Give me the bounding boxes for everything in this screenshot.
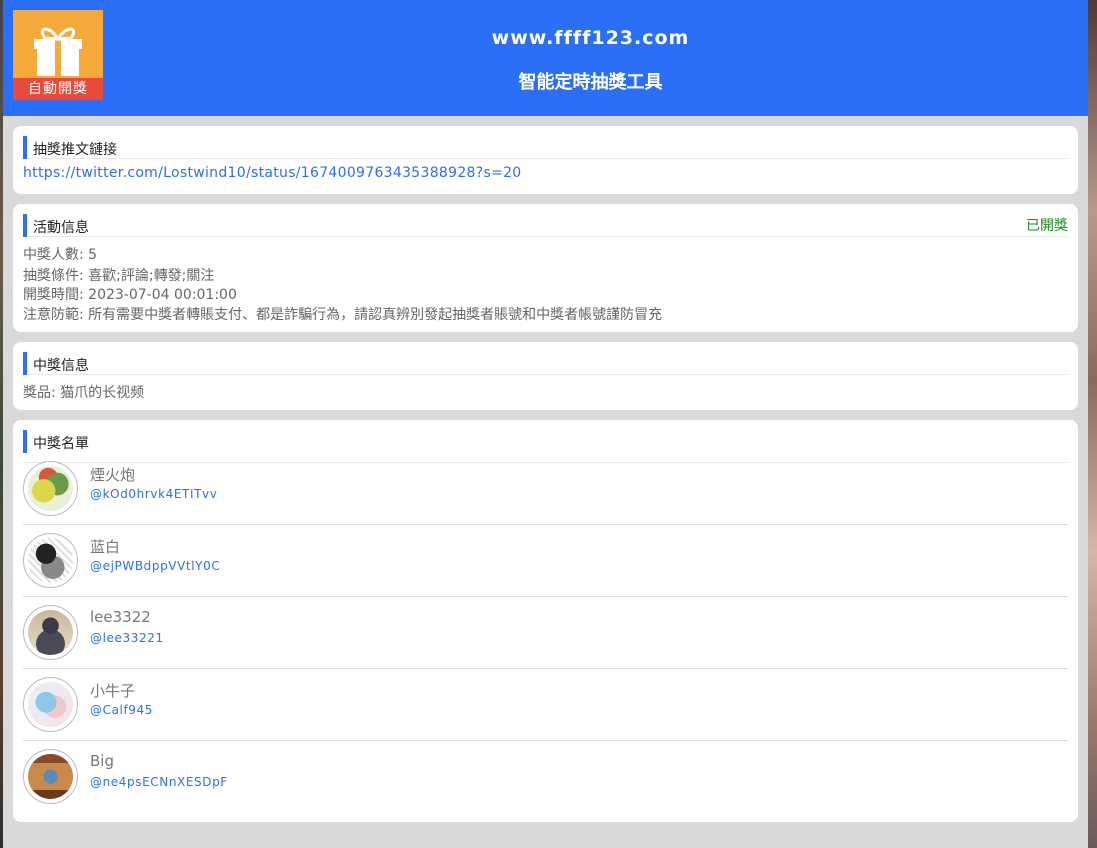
- avatar[interactable]: [23, 533, 78, 588]
- card-header: 抽獎推文鏈接: [23, 136, 1068, 159]
- page-header: 自動開獎 www.ffff123.com 智能定時抽獎工具: [3, 0, 1088, 116]
- prize-info-card: 中獎信息 獎品: 猫爪的长视频: [13, 342, 1078, 410]
- winner-item[interactable]: Big @ne4psECNnXESDpF: [23, 741, 1068, 813]
- winner-name: 蓝白: [90, 538, 121, 556]
- card-title: 抽獎推文鏈接: [33, 142, 117, 158]
- draw-conditions: 抽獎條件: 喜歡;評論;轉發;關注: [23, 268, 215, 284]
- winner-count: 中獎人數: 5: [23, 247, 98, 263]
- site-url: www.ffff123.com: [491, 27, 690, 49]
- accent-bar: [23, 430, 27, 453]
- winner-handle[interactable]: @Calf945: [90, 703, 153, 717]
- card-header: 中獎信息: [23, 352, 1068, 375]
- winner-handle[interactable]: @kOd0hrvk4ETITvv: [90, 487, 217, 501]
- activity-info-card: 活動信息 已開獎 中獎人數: 5 抽獎條件: 喜歡;評論;轉發;關注 開獎時間:…: [13, 204, 1078, 332]
- winner-item[interactable]: lee3322 @lee33221: [23, 597, 1068, 669]
- status-badge: 已開獎: [1026, 218, 1068, 234]
- card-title: 中獎信息: [33, 358, 89, 374]
- winner-item[interactable]: 煙火炮 @kOd0hrvk4ETITvv: [23, 453, 1068, 525]
- avatar[interactable]: [23, 749, 78, 804]
- fraud-warning: 注意防範: 所有需要中獎者轉賬支付、都是詐騙行為，請認真辨別發起抽獎者賬號和中獎…: [23, 307, 663, 323]
- winner-name: 小牛子: [90, 682, 136, 700]
- draw-time: 開獎時間: 2023-07-04 00:01:00: [23, 287, 237, 303]
- winner-item[interactable]: 小牛子 @Calf945: [23, 669, 1068, 741]
- tweet-link-card: 抽獎推文鏈接 https://twitter.com/Lostwind10/st…: [13, 126, 1078, 194]
- avatar[interactable]: [23, 677, 78, 732]
- accent-bar: [23, 214, 27, 237]
- card-header: 活動信息 已開獎: [23, 214, 1068, 237]
- accent-bar: [23, 352, 27, 375]
- accent-bar: [23, 136, 27, 159]
- background-edge-right: [1088, 0, 1097, 848]
- winner-handle[interactable]: @ejPWBdppVVtlY0C: [90, 559, 220, 573]
- winners-card: 中獎名單 煙火炮 @kOd0hrvk4ETITvv 蓝白 @ejPWBdppVV…: [13, 420, 1078, 822]
- avatar[interactable]: [23, 461, 78, 516]
- tweet-link[interactable]: https://twitter.com/Lostwind10/status/16…: [23, 165, 522, 181]
- card-title: 中獎名單: [33, 436, 89, 452]
- winner-name: lee3322: [90, 608, 151, 626]
- prize-line: 獎品: 猫爪的长视频: [23, 385, 145, 401]
- winner-handle[interactable]: @lee33221: [90, 631, 164, 645]
- page-title: 智能定時抽獎工具: [518, 72, 663, 93]
- winner-item[interactable]: 蓝白 @ejPWBdppVVtlY0C: [23, 525, 1068, 597]
- avatar[interactable]: [23, 605, 78, 660]
- card-title: 活動信息: [33, 220, 89, 236]
- winner-handle[interactable]: @ne4psECNnXESDpF: [90, 775, 228, 789]
- winner-name: 煙火炮: [90, 466, 136, 484]
- lottery-page: 自動開獎 www.ffff123.com 智能定時抽獎工具 抽獎推文鏈接 htt…: [3, 0, 1088, 848]
- winner-name: Big: [90, 752, 114, 770]
